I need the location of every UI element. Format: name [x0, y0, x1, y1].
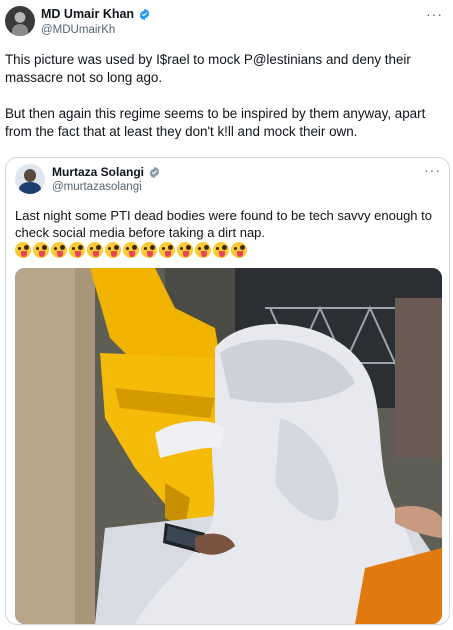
quoted-author-name[interactable]: Murtaza Solangi: [52, 165, 144, 179]
winking-face-with-tongue-emoji: [195, 242, 211, 258]
winking-face-with-tongue-emoji: [51, 242, 67, 258]
winking-face-with-tongue-emoji: [177, 242, 193, 258]
quoted-tweet-text: Last night some PTI dead bodies were fou…: [15, 208, 432, 240]
winking-face-with-tongue-emoji: [15, 242, 31, 258]
verified-badge-icon: [139, 8, 150, 20]
winking-face-with-tongue-emoji: [213, 242, 229, 258]
winking-face-with-tongue-emoji: [231, 242, 247, 258]
photo-image: [15, 268, 442, 624]
quoted-tweet[interactable]: Murtaza Solangi @murtazasolangi ··· Last…: [5, 157, 450, 625]
winking-face-with-tongue-emoji: [33, 242, 49, 258]
tweet-paragraph: But then again this regime seems to be i…: [5, 106, 426, 139]
verified-badge-icon: [149, 166, 160, 178]
winking-face-with-tongue-emoji: [87, 242, 103, 258]
tweet-text: This picture was used by I$rael to mock …: [5, 51, 445, 159]
more-options-icon[interactable]: ···: [426, 6, 443, 22]
tweet-paragraph: This picture was used by I$rael to mock …: [5, 52, 411, 85]
author-name[interactable]: MD Umair Khan: [41, 7, 134, 21]
quoted-author-handle[interactable]: @murtazasolangi: [52, 181, 142, 193]
quoted-author-avatar[interactable]: [15, 164, 45, 194]
more-options-icon[interactable]: ···: [424, 162, 441, 178]
winking-face-with-tongue-emoji: [105, 242, 121, 258]
emoji-row: [15, 242, 247, 258]
quoted-author-name-row: Murtaza Solangi: [52, 165, 161, 179]
winking-face-with-tongue-emoji: [159, 242, 175, 258]
author-handle[interactable]: @MDUmairKh: [41, 24, 115, 36]
tweet: MD Umair Khan @MDUmairKh ··· This pictur…: [0, 0, 453, 630]
winking-face-with-tongue-emoji: [123, 242, 139, 258]
winking-face-with-tongue-emoji: [141, 242, 157, 258]
author-avatar[interactable]: [5, 6, 35, 36]
quoted-tweet-photo[interactable]: [15, 268, 442, 624]
author-name-row: MD Umair Khan: [41, 7, 151, 21]
winking-face-with-tongue-emoji: [69, 242, 85, 258]
